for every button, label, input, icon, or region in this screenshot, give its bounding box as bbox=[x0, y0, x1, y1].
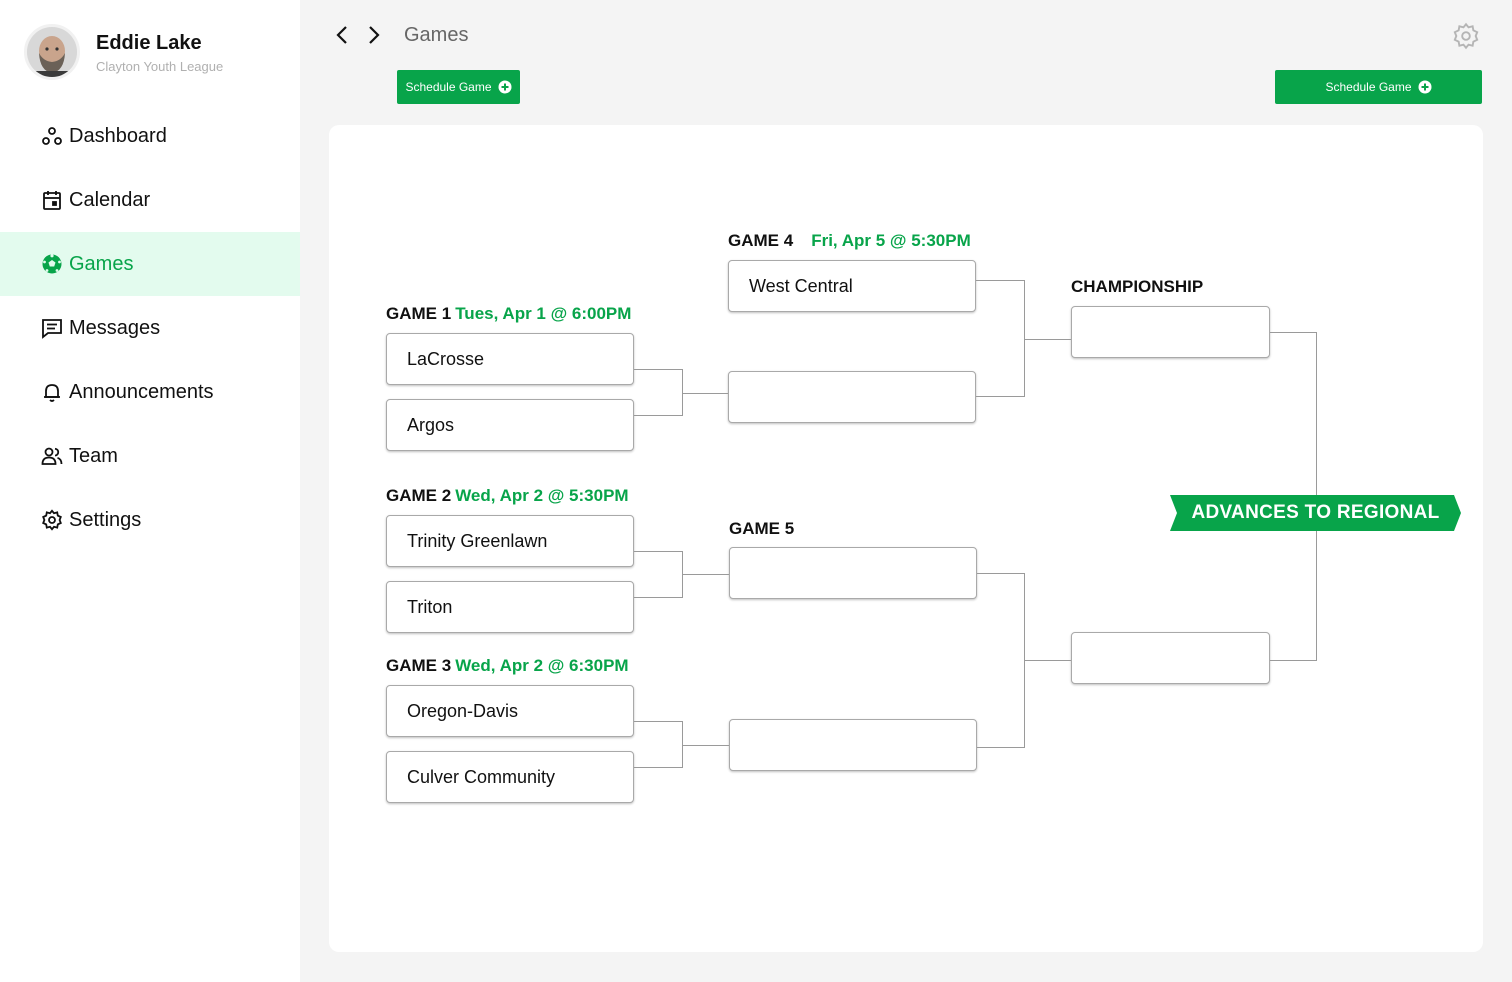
game-5-label: GAME 5 bbox=[729, 519, 795, 538]
soccer-ball-icon bbox=[40, 252, 64, 276]
sidebar-item-label: Settings bbox=[69, 508, 142, 531]
team-slot-game5-a[interactable] bbox=[729, 547, 977, 599]
schedule-game-button-secondary[interactable]: Schedule Game bbox=[1275, 70, 1482, 104]
avatar-image bbox=[27, 27, 77, 77]
bracket-connector bbox=[634, 551, 682, 552]
bracket-connector bbox=[1024, 339, 1071, 340]
user-profile[interactable]: Eddie Lake Clayton Youth League bbox=[24, 24, 223, 80]
sidebar-item-label: Team bbox=[69, 444, 118, 467]
game-3-label: GAME 3 bbox=[386, 656, 452, 675]
bracket-connector bbox=[977, 747, 1024, 748]
settings-button[interactable] bbox=[1452, 22, 1480, 50]
bracket-connector bbox=[634, 721, 682, 722]
game-3-header: GAME 3 Wed, Apr 2 @ 6:30PM bbox=[386, 656, 629, 676]
gear-icon bbox=[1453, 22, 1479, 50]
game-1-label: GAME 1 bbox=[386, 304, 452, 323]
sidebar-item-label: Messages bbox=[69, 316, 161, 339]
game-4-date: Fri, Apr 5 @ 5:30PM bbox=[811, 231, 971, 250]
top-navigation: Games bbox=[330, 22, 468, 48]
bracket-connector bbox=[682, 574, 729, 575]
bracket-connector bbox=[1270, 660, 1316, 661]
advances-to-regional-banner: ADVANCES TO REGIONAL bbox=[1170, 495, 1461, 531]
sidebar-item-settings[interactable]: Settings bbox=[0, 488, 300, 552]
championship-label: CHAMPIONSHIP bbox=[1071, 277, 1204, 296]
game-3-date: Wed, Apr 2 @ 6:30PM bbox=[455, 656, 629, 675]
banner-label: ADVANCES TO REGIONAL bbox=[1191, 502, 1440, 523]
team-slot-game2-a[interactable]: Trinity Greenlawn bbox=[386, 515, 634, 567]
team-slot-game1-b[interactable]: Argos bbox=[386, 399, 634, 451]
game-4-label: GAME 4 bbox=[728, 231, 794, 250]
team-slot-game5-b[interactable] bbox=[729, 719, 977, 771]
schedule-game-label: Schedule Game bbox=[1325, 80, 1412, 94]
user-name: Eddie Lake bbox=[96, 31, 202, 54]
team-slot-game1-a[interactable]: LaCrosse bbox=[386, 333, 634, 385]
bell-icon bbox=[40, 380, 64, 404]
sidebar-item-label: Dashboard bbox=[69, 124, 167, 147]
page-title: Games bbox=[404, 23, 469, 46]
team-slot-game4-a[interactable]: West Central bbox=[728, 260, 976, 312]
team-slot-game2-b[interactable]: Triton bbox=[386, 581, 634, 633]
user-organization: Clayton Youth League bbox=[96, 58, 224, 74]
schedule-game-label: Schedule Game bbox=[405, 80, 492, 94]
bracket-connector bbox=[634, 767, 682, 768]
team-icon bbox=[40, 444, 64, 468]
chevron-right-icon bbox=[369, 26, 380, 44]
bracket-connector bbox=[634, 597, 682, 598]
bracket-connector bbox=[977, 573, 1024, 574]
bracket-connector bbox=[682, 745, 729, 746]
chevron-left-icon bbox=[336, 26, 347, 44]
game-1-header: GAME 1 Tues, Apr 1 @ 6:00PM bbox=[386, 304, 631, 324]
bracket-connector bbox=[1270, 332, 1316, 333]
sidebar-item-messages[interactable]: Messages bbox=[0, 296, 300, 360]
bracket-connector bbox=[682, 393, 728, 394]
avatar[interactable] bbox=[24, 24, 80, 80]
plus-circle-icon bbox=[1418, 80, 1432, 94]
game-4-header: GAME 4 Fri, Apr 5 @ 5:30PM bbox=[728, 231, 971, 251]
plus-circle-icon bbox=[498, 80, 512, 94]
bracket-connector bbox=[1024, 660, 1071, 661]
bracket-connector bbox=[634, 369, 682, 370]
sidebar-item-announcements[interactable]: Announcements bbox=[0, 360, 300, 424]
back-button[interactable] bbox=[330, 22, 354, 48]
dashboard-icon bbox=[40, 124, 64, 148]
calendar-icon bbox=[40, 188, 64, 212]
bracket-connector bbox=[976, 280, 1024, 281]
game-2-header: GAME 2 Wed, Apr 2 @ 5:30PM bbox=[386, 486, 629, 506]
schedule-game-button[interactable]: Schedule Game bbox=[397, 70, 520, 104]
sidebar-item-label: Announcements bbox=[69, 380, 214, 403]
team-slot-game3-a[interactable]: Oregon-Davis bbox=[386, 685, 634, 737]
bracket-connector bbox=[976, 396, 1024, 397]
sidebar-item-label: Calendar bbox=[69, 188, 151, 211]
game-1-date: Tues, Apr 1 @ 6:00PM bbox=[455, 304, 632, 323]
sidebar-item-dashboard[interactable]: Dashboard bbox=[0, 104, 300, 168]
sidebar: Eddie Lake Clayton Youth League Dashboar… bbox=[0, 0, 300, 982]
forward-button[interactable] bbox=[362, 22, 386, 48]
sidebar-item-calendar[interactable]: Calendar bbox=[0, 168, 300, 232]
sidebar-item-team[interactable]: Team bbox=[0, 424, 300, 488]
sidebar-item-label: Games bbox=[69, 252, 134, 275]
championship-header: CHAMPIONSHIP bbox=[1071, 277, 1203, 297]
team-slot-championship-a[interactable] bbox=[1071, 306, 1270, 358]
team-slot-championship-b[interactable] bbox=[1071, 632, 1270, 684]
messages-icon bbox=[40, 316, 64, 340]
team-slot-game3-b[interactable]: Culver Community bbox=[386, 751, 634, 803]
sidebar-nav: Dashboard Calendar Games Messages Announ… bbox=[0, 104, 300, 552]
bracket-connector bbox=[634, 415, 682, 416]
team-slot-game4-b[interactable] bbox=[728, 371, 976, 423]
gear-icon bbox=[40, 508, 64, 532]
game-5-header: GAME 5 bbox=[729, 519, 794, 539]
game-2-label: GAME 2 bbox=[386, 486, 452, 505]
sidebar-item-games[interactable]: Games bbox=[0, 232, 300, 296]
game-2-date: Wed, Apr 2 @ 5:30PM bbox=[455, 486, 629, 505]
